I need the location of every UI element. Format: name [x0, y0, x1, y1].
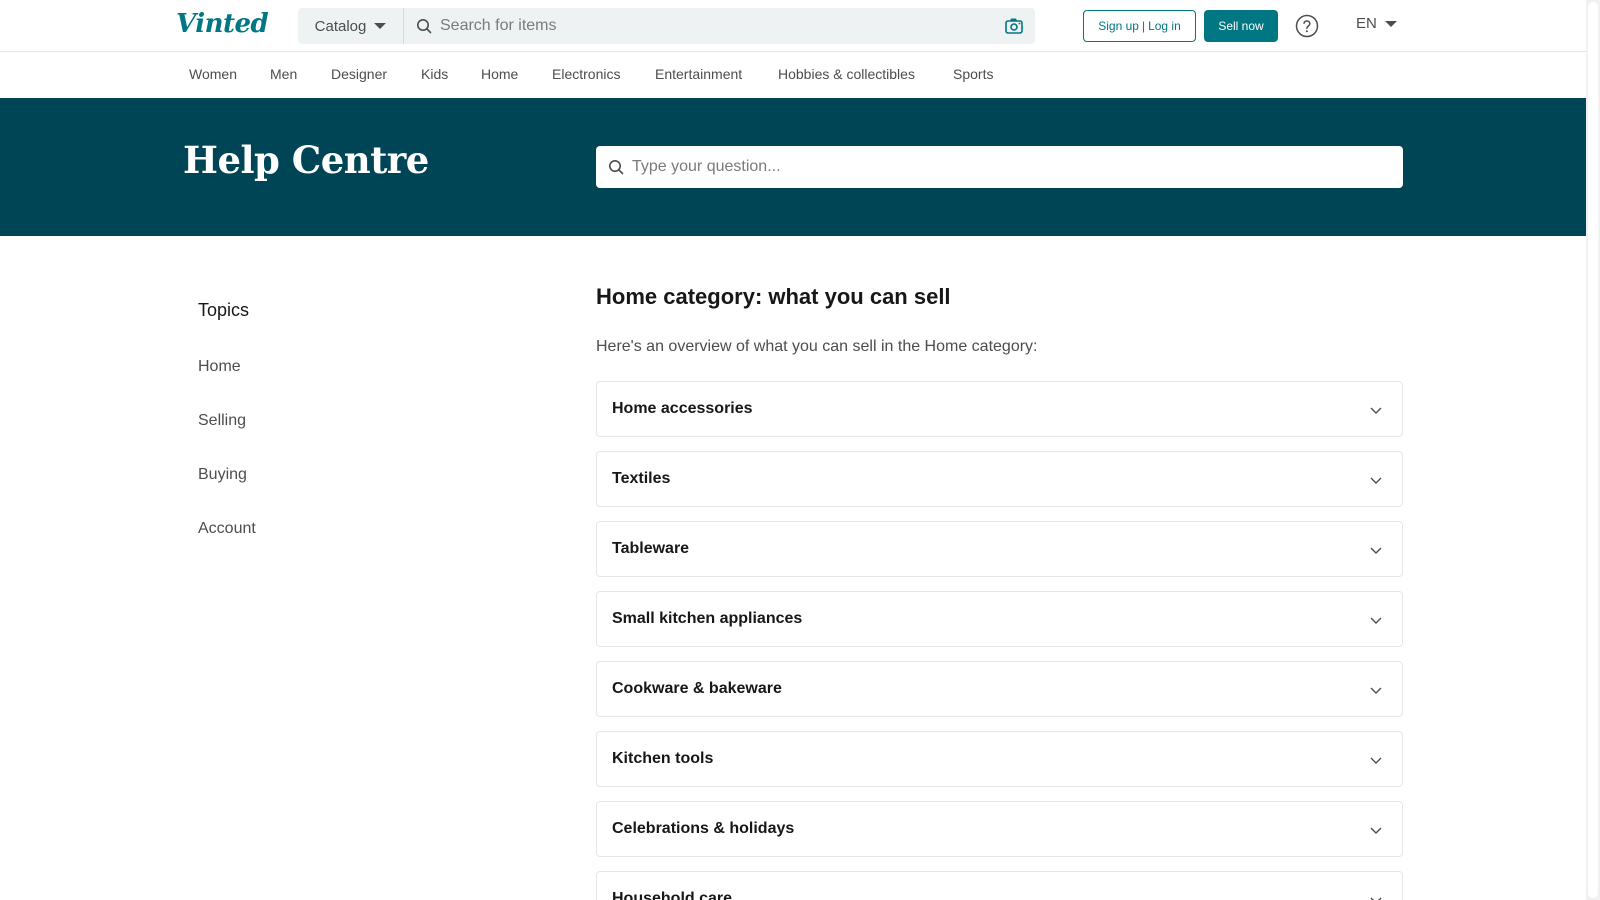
accordion-celebrations-holidays[interactable]: Celebrations & holidays [596, 801, 1403, 857]
topic-selling[interactable]: Selling [198, 412, 246, 430]
topic-account[interactable]: Account [198, 520, 256, 538]
chevron-down-icon [1370, 617, 1382, 624]
camera-search-icon[interactable] [1003, 15, 1025, 37]
accordion-label: Tableware [612, 540, 690, 557]
language-selector[interactable]: EN [1356, 15, 1397, 32]
signup-label[interactable]: Sign up [1098, 19, 1139, 33]
accordion-textiles[interactable]: Textiles [596, 451, 1403, 507]
accordion-label: Home accessories [612, 400, 753, 417]
nav-kids[interactable]: Kids [421, 66, 448, 82]
nav-women[interactable]: Women [189, 66, 237, 82]
accordion-label: Kitchen tools [612, 750, 714, 767]
chevron-down-icon [1370, 547, 1382, 554]
item-search-input[interactable] [432, 17, 1003, 35]
accordion-label: Small kitchen appliances [612, 610, 803, 627]
chevron-down-icon [1370, 757, 1382, 764]
category-nav: Women Men Designer Kids Home Electronics… [0, 52, 1586, 98]
accordion-household-care[interactable]: Household care [596, 871, 1403, 900]
catalog-dropdown[interactable]: Catalog [298, 8, 404, 44]
accordion-kitchen-tools[interactable]: Kitchen tools [596, 731, 1403, 787]
chevron-down-icon [1370, 477, 1382, 484]
accordion-cookware-bakeware[interactable]: Cookware & bakeware [596, 661, 1403, 717]
topic-buying[interactable]: Buying [198, 466, 247, 484]
help-icon[interactable] [1295, 14, 1319, 38]
signup-login-button[interactable]: Sign up | Log in [1083, 10, 1196, 42]
accordion-label: Household care [612, 890, 733, 900]
catalog-label: Catalog [314, 17, 367, 35]
page-title: Help Centre [183, 138, 429, 182]
accordion-label: Cookware & bakeware [612, 680, 782, 697]
sell-now-button[interactable]: Sell now [1204, 10, 1278, 42]
nav-electronics[interactable]: Electronics [552, 66, 620, 82]
accordion-home-accessories[interactable]: Home accessories [596, 381, 1403, 437]
caret-down-icon [374, 23, 387, 29]
article-title: Home category: what you can sell [596, 284, 951, 309]
catalog-search-bar: Catalog [298, 8, 1035, 44]
accordion-label: Celebrations & holidays [612, 820, 795, 837]
search-icon [416, 18, 432, 34]
vinted-logo[interactable]: Vinted [176, 9, 269, 39]
nav-sports[interactable]: Sports [953, 66, 993, 82]
topic-home[interactable]: Home [198, 358, 241, 376]
scrollbar-thumb[interactable] [1588, 2, 1598, 898]
login-label[interactable]: Log in [1148, 19, 1181, 33]
help-hero-banner: Help Centre [0, 98, 1586, 236]
separator: | [1141, 19, 1146, 33]
help-centre-page: Vinted Catalog Sign up | Log in Sell now… [0, 0, 1600, 900]
accordion-tableware[interactable]: Tableware [596, 521, 1403, 577]
help-search-bar [596, 146, 1403, 188]
accordion-small-kitchen-appliances[interactable]: Small kitchen appliances [596, 591, 1403, 647]
nav-home[interactable]: Home [481, 66, 518, 82]
chevron-down-icon [1370, 827, 1382, 834]
top-header: Vinted Catalog Sign up | Log in Sell now… [0, 0, 1586, 52]
topics-heading: Topics [198, 300, 250, 320]
caret-down-icon [1384, 20, 1397, 27]
nav-entertainment[interactable]: Entertainment [655, 66, 742, 82]
language-label: EN [1356, 15, 1377, 32]
nav-designer[interactable]: Designer [331, 66, 387, 82]
nav-men[interactable]: Men [270, 66, 297, 82]
nav-hobbies-collectibles[interactable]: Hobbies & collectibles [778, 66, 915, 82]
chevron-down-icon [1370, 407, 1382, 414]
chevron-down-icon [1370, 897, 1382, 900]
search-icon [608, 159, 624, 175]
article-intro: Here's an overview of what you can sell … [596, 338, 1038, 355]
chevron-down-icon [1370, 687, 1382, 694]
accordion-label: Textiles [612, 470, 671, 487]
help-question-input[interactable] [624, 147, 1403, 187]
